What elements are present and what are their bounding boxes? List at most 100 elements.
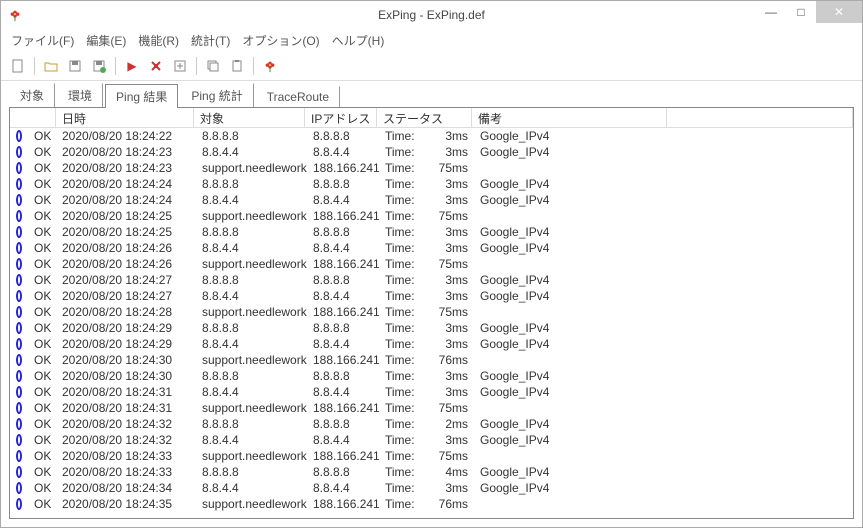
- cell-time-label: Time:: [379, 481, 429, 495]
- table-row[interactable]: OK2020/08/20 18:24:298.8.4.48.8.4.4Time:…: [10, 336, 853, 352]
- cell-ip: 8.8.8.8: [307, 129, 379, 143]
- menu-option[interactable]: オプション(O): [236, 30, 325, 51]
- cell-time-value: 3ms: [429, 193, 474, 207]
- cell-time-value: 4ms: [429, 465, 474, 479]
- cell-ok: OK: [28, 305, 56, 319]
- table-row[interactable]: OK2020/08/20 18:24:33support.needlework.…: [10, 448, 853, 464]
- table-row[interactable]: OK2020/08/20 18:24:23support.needlework.…: [10, 160, 853, 176]
- toolbar-separator: [196, 57, 197, 75]
- cell-target: 8.8.8.8: [196, 225, 307, 239]
- menu-help[interactable]: ヘルプ(H): [326, 30, 391, 51]
- tab-traceroute[interactable]: TraceRoute: [256, 86, 340, 107]
- tab-ping-statistics[interactable]: Ping 統計: [180, 83, 253, 107]
- run-icon[interactable]: ▶: [121, 55, 143, 77]
- status-ring-icon: [10, 482, 28, 494]
- th-empty[interactable]: [667, 108, 853, 127]
- menu-edit[interactable]: 編集(E): [80, 30, 132, 51]
- table-row[interactable]: OK2020/08/20 18:24:30support.needlework.…: [10, 352, 853, 368]
- status-ring-icon: [10, 418, 28, 430]
- cell-ip: 8.8.4.4: [307, 481, 379, 495]
- minimize-button[interactable]: —: [756, 1, 786, 23]
- cell-ip: 8.8.8.8: [307, 417, 379, 431]
- cell-ip: 8.8.8.8: [307, 369, 379, 383]
- cell-target: 8.8.4.4: [196, 289, 307, 303]
- table-row[interactable]: OK2020/08/20 18:24:278.8.8.88.8.8.8Time:…: [10, 272, 853, 288]
- tab-ping-result[interactable]: Ping 結果: [105, 84, 178, 108]
- table-row[interactable]: OK2020/08/20 18:24:248.8.8.88.8.8.8Time:…: [10, 176, 853, 192]
- table-row[interactable]: OK2020/08/20 18:24:318.8.4.48.8.4.4Time:…: [10, 384, 853, 400]
- stop-icon[interactable]: [145, 55, 167, 77]
- th-target[interactable]: 対象: [194, 108, 305, 127]
- cell-time-value: 75ms: [429, 257, 474, 271]
- cell-ok: OK: [28, 417, 56, 431]
- th-status[interactable]: ステータス: [377, 108, 472, 127]
- save-as-icon[interactable]: [88, 55, 110, 77]
- table-row[interactable]: OK2020/08/20 18:24:328.8.4.48.8.4.4Time:…: [10, 432, 853, 448]
- table-row[interactable]: OK2020/08/20 18:24:328.8.8.88.8.8.8Time:…: [10, 416, 853, 432]
- tab-bar: 対象 環境 Ping 結果 Ping 統計 TraceRoute: [1, 85, 862, 107]
- table-row[interactable]: OK2020/08/20 18:24:308.8.8.88.8.8.8Time:…: [10, 368, 853, 384]
- cell-datetime: 2020/08/20 18:24:24: [56, 177, 196, 191]
- open-file-icon[interactable]: [40, 55, 62, 77]
- cell-time-label: Time:: [379, 353, 429, 367]
- status-ring-icon: [10, 194, 28, 206]
- cell-datetime: 2020/08/20 18:24:25: [56, 209, 196, 223]
- table-row[interactable]: OK2020/08/20 18:24:298.8.8.88.8.8.8Time:…: [10, 320, 853, 336]
- table-body[interactable]: OK2020/08/20 18:24:228.8.8.88.8.8.8Time:…: [10, 128, 853, 518]
- table-row[interactable]: OK2020/08/20 18:24:26support.needlework.…: [10, 256, 853, 272]
- cell-remarks: Google_IPv4: [474, 129, 669, 143]
- cell-ok: OK: [28, 497, 56, 511]
- table-row[interactable]: OK2020/08/20 18:24:35support.needlework.…: [10, 496, 853, 512]
- cell-target: 8.8.8.8: [196, 177, 307, 191]
- table-row[interactable]: OK2020/08/20 18:24:25support.needlework.…: [10, 208, 853, 224]
- cell-time-value: 3ms: [429, 481, 474, 495]
- table-row[interactable]: OK2020/08/20 18:24:338.8.8.88.8.8.8Time:…: [10, 464, 853, 480]
- th-remarks[interactable]: 備考: [472, 108, 667, 127]
- table-row[interactable]: OK2020/08/20 18:24:238.8.4.48.8.4.4Time:…: [10, 144, 853, 160]
- cell-datetime: 2020/08/20 18:24:33: [56, 449, 196, 463]
- maximize-button[interactable]: □: [786, 1, 816, 23]
- th-ip[interactable]: IPアドレス: [305, 108, 377, 127]
- cell-datetime: 2020/08/20 18:24:28: [56, 305, 196, 319]
- cell-datetime: 2020/08/20 18:24:27: [56, 273, 196, 287]
- new-file-icon[interactable]: [7, 55, 29, 77]
- menu-statistics[interactable]: 統計(T): [185, 30, 236, 51]
- status-ring-icon: [10, 242, 28, 254]
- cell-time-value: 3ms: [429, 289, 474, 303]
- cell-datetime: 2020/08/20 18:24:30: [56, 353, 196, 367]
- cell-target: 8.8.8.8: [196, 321, 307, 335]
- cell-target: 8.8.4.4: [196, 433, 307, 447]
- th-status-icon[interactable]: [10, 108, 56, 127]
- menu-file[interactable]: ファイル(F): [5, 30, 80, 51]
- table-row[interactable]: OK2020/08/20 18:24:278.8.4.48.8.4.4Time:…: [10, 288, 853, 304]
- cell-time-value: 75ms: [429, 401, 474, 415]
- export-icon[interactable]: [169, 55, 191, 77]
- table-row[interactable]: OK2020/08/20 18:24:228.8.8.88.8.8.8Time:…: [10, 128, 853, 144]
- tab-target[interactable]: 対象: [9, 83, 55, 107]
- table-row[interactable]: OK2020/08/20 18:24:248.8.4.48.8.4.4Time:…: [10, 192, 853, 208]
- cell-time-label: Time:: [379, 225, 429, 239]
- paste-icon[interactable]: [226, 55, 248, 77]
- status-ring-icon: [10, 402, 28, 414]
- table-row[interactable]: OK2020/08/20 18:24:258.8.8.88.8.8.8Time:…: [10, 224, 853, 240]
- table-row[interactable]: OK2020/08/20 18:24:268.8.4.48.8.4.4Time:…: [10, 240, 853, 256]
- table-row[interactable]: OK2020/08/20 18:24:28support.needlework.…: [10, 304, 853, 320]
- close-button[interactable]: ✕: [816, 1, 862, 23]
- th-datetime[interactable]: 日時: [56, 108, 194, 127]
- cell-time-value: 75ms: [429, 449, 474, 463]
- cell-time-value: 75ms: [429, 161, 474, 175]
- table-row[interactable]: OK2020/08/20 18:24:348.8.4.48.8.4.4Time:…: [10, 480, 853, 496]
- cell-time-label: Time:: [379, 417, 429, 431]
- cell-target: 8.8.4.4: [196, 337, 307, 351]
- menu-function[interactable]: 機能(R): [132, 30, 185, 51]
- status-ring-icon: [10, 162, 28, 174]
- save-icon[interactable]: [64, 55, 86, 77]
- copy-icon[interactable]: [202, 55, 224, 77]
- cell-time-label: Time:: [379, 433, 429, 447]
- table-row[interactable]: OK2020/08/20 18:24:31support.needlework.…: [10, 400, 853, 416]
- cell-time-label: Time:: [379, 369, 429, 383]
- about-icon[interactable]: [259, 55, 281, 77]
- status-ring-icon: [10, 130, 28, 142]
- tab-environment[interactable]: 環境: [57, 83, 103, 107]
- status-ring-icon: [10, 498, 28, 510]
